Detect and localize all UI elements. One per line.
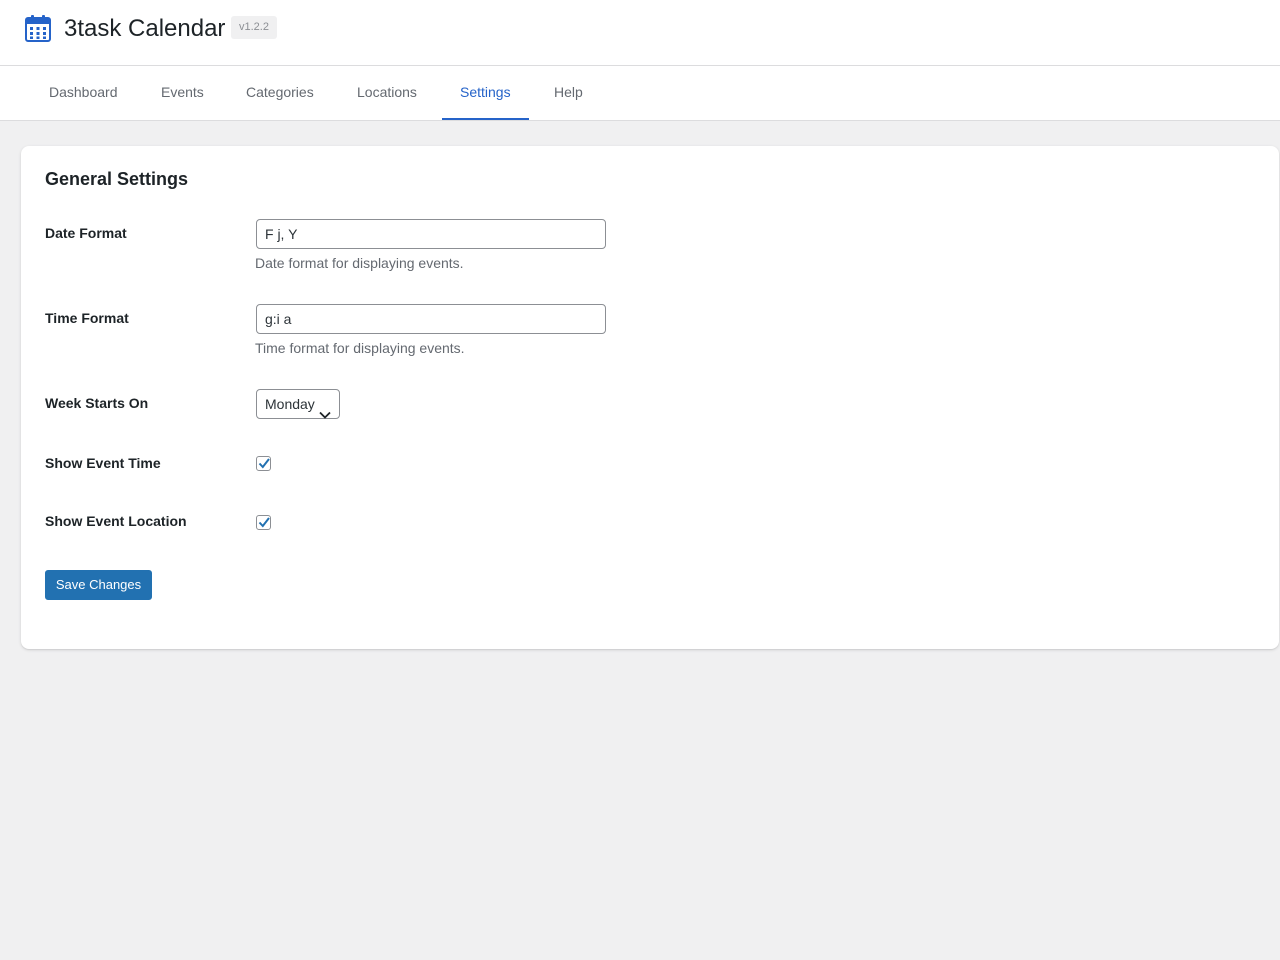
time-format-input[interactable] [256,304,606,334]
tab-help[interactable]: Help [536,66,601,120]
app-header: 3task Calendar v1.2.2 [0,0,1280,66]
show-event-location-checkbox[interactable] [256,515,271,530]
week-starts-on-label: Week Starts On [45,395,149,411]
tab-locations[interactable]: Locations [339,66,435,120]
tab-events[interactable]: Events [143,66,222,120]
show-event-time-label: Show Event Time [45,455,161,471]
main-nav-tabs: Dashboard Events Categories Locations Se… [0,66,1280,121]
week-starts-on-select[interactable]: Monday [256,389,340,419]
date-format-label: Date Format [45,225,127,241]
checkmark-icon [258,458,270,469]
tab-dashboard[interactable]: Dashboard [31,66,136,120]
show-event-time-checkbox[interactable] [256,456,271,471]
general-settings-card: General Settings Date Format Date format… [21,146,1279,649]
checkmark-icon [258,517,270,528]
time-format-label: Time Format [45,310,129,326]
tab-categories[interactable]: Categories [228,66,332,120]
calendar-icon [25,14,51,42]
show-event-location-label: Show Event Location [45,513,187,529]
app-title: 3task Calendar [64,15,226,42]
version-badge: v1.2.2 [231,16,277,39]
week-starts-on-value: Monday [265,396,315,412]
date-format-input[interactable] [256,219,606,249]
chevron-down-icon [319,400,331,419]
section-title: General Settings [45,169,189,189]
tab-settings[interactable]: Settings [442,66,529,120]
save-changes-button[interactable]: Save Changes [45,570,152,600]
time-format-description: Time format for displaying events. [255,340,465,356]
date-format-description: Date format for displaying events. [255,255,464,271]
